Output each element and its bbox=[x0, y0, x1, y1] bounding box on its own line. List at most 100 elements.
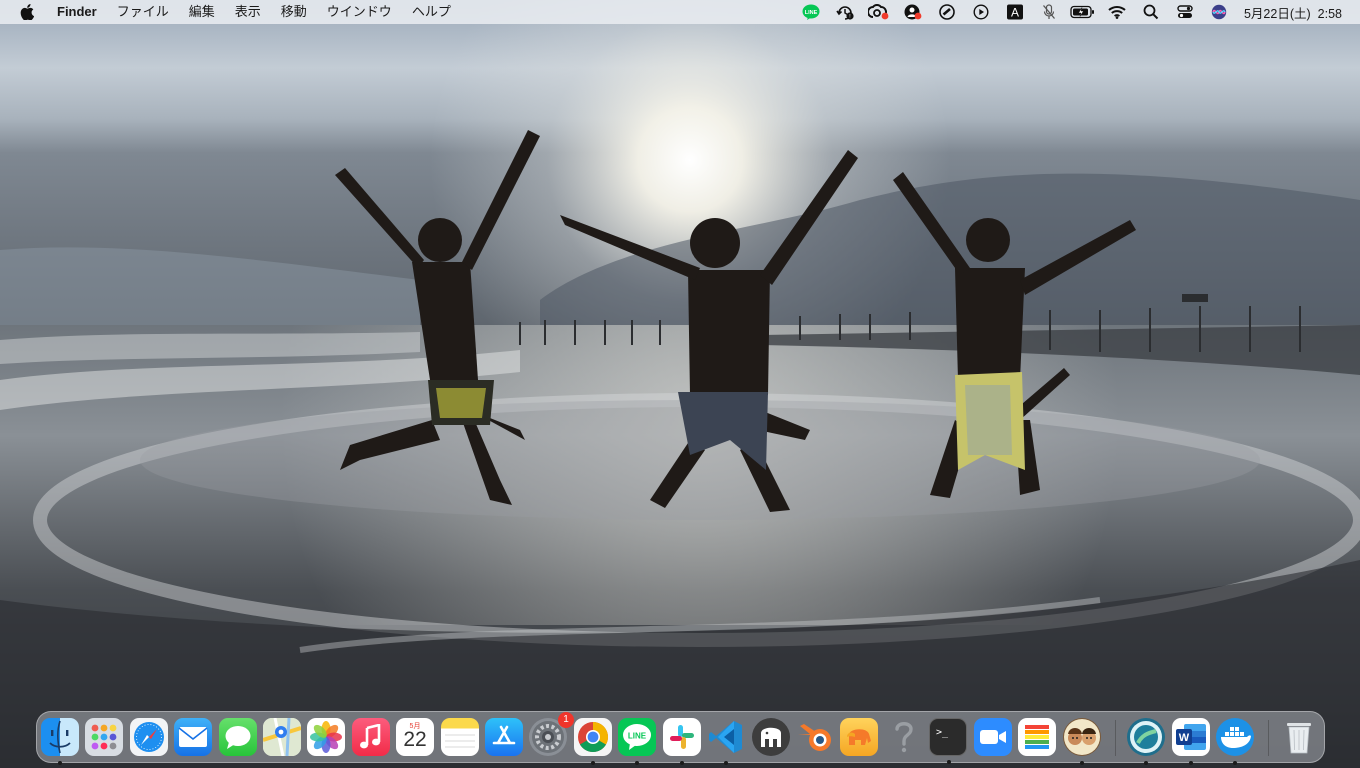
globe-pin-icon bbox=[1130, 721, 1162, 753]
dock-maps[interactable] bbox=[263, 718, 301, 756]
running-indicator bbox=[58, 761, 62, 765]
svg-text:LINE: LINE bbox=[628, 732, 647, 741]
launchpad-icon bbox=[91, 724, 117, 750]
mic-mute-icon[interactable] bbox=[1032, 0, 1066, 24]
dock-trash[interactable] bbox=[1280, 718, 1318, 756]
battery-icon[interactable] bbox=[1066, 0, 1100, 24]
finder-icon bbox=[49, 720, 71, 754]
dock-line[interactable]: LINE bbox=[618, 718, 656, 765]
running-indicator bbox=[1144, 761, 1148, 765]
dock-separator bbox=[1268, 720, 1269, 756]
running-indicator bbox=[947, 760, 951, 764]
desktop-wallpaper bbox=[0, 0, 1360, 768]
avatar-icon bbox=[1064, 719, 1100, 755]
menu-app-name[interactable]: Finder bbox=[51, 0, 107, 24]
dock-unknown-app[interactable] bbox=[885, 718, 923, 756]
menu-bar-left: Finder ファイル 編集 表示 移動 ウインドウ ヘルプ bbox=[0, 0, 461, 24]
clock-date: 5月22日(土) bbox=[1243, 6, 1311, 21]
bar-chart-icon bbox=[1025, 725, 1049, 749]
dock-music[interactable] bbox=[352, 718, 390, 756]
running-indicator bbox=[1233, 761, 1237, 765]
dock-elephant-app[interactable] bbox=[840, 718, 878, 756]
control-center-icon[interactable] bbox=[1168, 0, 1202, 24]
dock-pin-app[interactable] bbox=[1127, 718, 1165, 765]
line-icon: LINE bbox=[623, 724, 651, 750]
blender-icon bbox=[798, 724, 831, 751]
dock-terminal[interactable]: >_ bbox=[929, 718, 967, 764]
vscode-icon bbox=[709, 721, 742, 753]
dock: 5月 22 1 LINE >_ W bbox=[36, 711, 1325, 765]
svg-text:W: W bbox=[1179, 732, 1190, 744]
dock-app-store[interactable] bbox=[485, 718, 523, 756]
dock-vscode[interactable] bbox=[707, 718, 745, 765]
menu-view[interactable]: 表示 bbox=[225, 0, 271, 24]
word-icon: W bbox=[1176, 724, 1206, 750]
time-machine-icon[interactable]: ! bbox=[828, 0, 862, 24]
dock-launchpad[interactable] bbox=[85, 718, 123, 756]
dock-docker[interactable] bbox=[1216, 718, 1254, 765]
running-indicator bbox=[591, 761, 595, 765]
svg-text:>_: >_ bbox=[936, 727, 949, 738]
dock-zoom[interactable] bbox=[974, 718, 1012, 756]
menu-file[interactable]: ファイル bbox=[107, 0, 179, 24]
dock-notes[interactable] bbox=[441, 718, 479, 756]
dock-chrome[interactable] bbox=[574, 718, 612, 765]
siri-icon[interactable] bbox=[1202, 0, 1236, 24]
svg-text:LINE: LINE bbox=[805, 10, 818, 16]
dock-blender[interactable] bbox=[796, 718, 834, 756]
dock-photos[interactable] bbox=[307, 718, 345, 756]
dock-safari[interactable] bbox=[130, 718, 168, 756]
dock-slack[interactable] bbox=[663, 718, 701, 765]
svg-text:!: ! bbox=[849, 14, 850, 20]
calendar-day: 22 bbox=[403, 728, 427, 751]
trash-icon bbox=[1287, 723, 1311, 754]
dock-stats-app[interactable] bbox=[1018, 718, 1056, 756]
dock-word[interactable]: W bbox=[1172, 718, 1210, 765]
chrome-icon bbox=[578, 722, 609, 753]
dock-finder[interactable] bbox=[41, 718, 79, 765]
play-icon[interactable] bbox=[964, 0, 998, 24]
safari-icon bbox=[134, 722, 164, 752]
elephant-icon bbox=[847, 729, 871, 745]
notification-badge: 1 bbox=[558, 712, 574, 728]
menu-help[interactable]: ヘルプ bbox=[402, 0, 461, 24]
line-status-icon[interactable]: LINE bbox=[794, 0, 828, 24]
menu-bar-extras: LINE ! A 5月22日(土) 2:58 bbox=[794, 0, 1360, 24]
menu-bar-clock[interactable]: 5月22日(土) 2:58 bbox=[1244, 3, 1342, 22]
dock-mail[interactable] bbox=[174, 718, 212, 756]
running-indicator bbox=[724, 761, 728, 765]
dock-mammoth[interactable] bbox=[752, 718, 790, 756]
wifi-icon[interactable] bbox=[1100, 0, 1134, 24]
dock-system-preferences[interactable]: 1 bbox=[529, 712, 574, 756]
mammoth-icon bbox=[761, 727, 781, 747]
user-activity-icon[interactable] bbox=[896, 0, 930, 24]
app-store-icon bbox=[492, 725, 516, 745]
running-indicator bbox=[680, 761, 684, 765]
docker-icon bbox=[1221, 727, 1251, 748]
apple-menu-icon[interactable] bbox=[16, 0, 38, 24]
music-icon bbox=[360, 724, 381, 749]
creative-cloud-icon[interactable] bbox=[862, 0, 896, 24]
running-indicator bbox=[1189, 761, 1193, 765]
photos-icon bbox=[310, 721, 342, 753]
zoom-icon bbox=[980, 730, 1006, 744]
menu-bar: Finder ファイル 編集 表示 移動 ウインドウ ヘルプ LINE ! A bbox=[0, 0, 1360, 24]
menu-edit[interactable]: 編集 bbox=[179, 0, 225, 24]
terminal-icon: >_ bbox=[936, 727, 949, 738]
running-indicator bbox=[1080, 761, 1084, 765]
dock-separator bbox=[1115, 720, 1116, 756]
spotlight-icon[interactable] bbox=[1134, 0, 1168, 24]
question-mark-icon bbox=[895, 722, 913, 753]
clock-time: 2:58 bbox=[1317, 6, 1342, 21]
messages-icon bbox=[225, 726, 251, 749]
input-source-icon[interactable]: A bbox=[998, 0, 1032, 24]
dock-messages[interactable] bbox=[219, 718, 257, 756]
record-icon[interactable] bbox=[930, 0, 964, 24]
notes-icon bbox=[445, 734, 475, 748]
mail-icon bbox=[178, 727, 208, 747]
dock-calendar[interactable]: 5月 22 bbox=[396, 718, 434, 756]
menu-go[interactable]: 移動 bbox=[271, 0, 317, 24]
maps-icon bbox=[263, 718, 301, 756]
dock-avatar-app[interactable] bbox=[1063, 718, 1101, 765]
menu-window[interactable]: ウインドウ bbox=[317, 0, 402, 24]
